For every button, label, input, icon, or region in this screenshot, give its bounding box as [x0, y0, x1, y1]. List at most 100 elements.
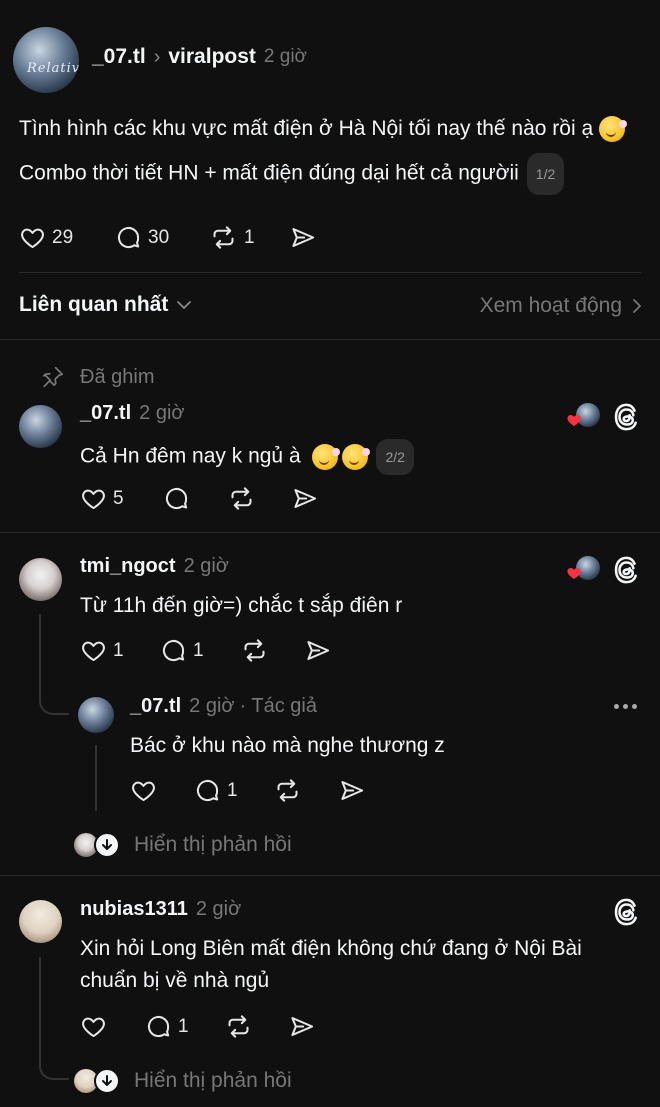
post-header: _07.tl › viralpost 2 giờ	[92, 45, 307, 69]
comment-icon	[117, 226, 140, 249]
share-button[interactable]	[288, 1013, 316, 1040]
face-emoji-icon	[342, 444, 371, 470]
comment-author-name[interactable]: tmi_ngoct	[80, 555, 176, 578]
repost-button[interactable]	[240, 637, 269, 664]
like-count: 5	[113, 487, 124, 509]
threads-logo-icon[interactable]	[613, 402, 641, 432]
repost-count: 1	[244, 226, 255, 248]
share-button[interactable]	[338, 777, 366, 804]
like-button[interactable]	[130, 777, 157, 804]
comment-time: 2 giờ	[195, 898, 242, 920]
heart-filled-icon	[567, 568, 581, 579]
repost-button[interactable]	[224, 1013, 253, 1040]
divider	[0, 875, 660, 876]
reply-button[interactable]	[163, 485, 190, 512]
post-body: Tình hình các khu vực mất điện ở Hà Nội …	[19, 111, 649, 195]
page-badge: 1/2	[526, 153, 565, 195]
show-replies-label: Hiển thị phản hồi	[134, 1069, 292, 1092]
reply-button[interactable]: 1	[194, 777, 238, 804]
author-tag: · Tác giả	[239, 695, 317, 717]
reply-text: Bác ở khu nào mà nghe thương z	[130, 734, 445, 757]
pinned-author-name[interactable]: _07.tl	[80, 402, 131, 425]
divider	[0, 339, 660, 340]
comment-icon	[165, 487, 188, 510]
arrow-down-circle-icon	[94, 1068, 120, 1094]
thread-connector	[39, 614, 69, 715]
reply-button[interactable]: 1	[145, 1013, 189, 1040]
page-badge: 2/2	[376, 439, 414, 475]
community-name[interactable]: viralpost	[168, 45, 256, 69]
liked-by-author-badge	[566, 403, 602, 429]
reply-button[interactable]: 30	[115, 224, 169, 251]
pinned-header: _07.tl 2 giờ	[80, 402, 185, 425]
reply-count: 30	[148, 226, 170, 248]
like-button[interactable]: 5	[80, 485, 124, 512]
heart-icon	[82, 489, 105, 510]
divider	[19, 272, 641, 273]
view-activity-link[interactable]: Xem hoạt động	[480, 294, 642, 318]
reply-time: 2 giờ	[189, 695, 235, 717]
share-button[interactable]	[304, 637, 332, 664]
chevron-right-icon	[633, 299, 641, 313]
threads-logo-icon[interactable]	[613, 897, 641, 927]
comment-icon	[147, 1015, 170, 1038]
comment-author-name[interactable]: nubias1311	[80, 898, 188, 921]
heart-icon	[132, 781, 155, 802]
send-icon	[307, 641, 330, 660]
repost-button[interactable]	[227, 485, 256, 512]
like-button[interactable]: 29	[19, 224, 73, 251]
liked-by-author-badge	[566, 556, 602, 582]
threads-logo-icon[interactable]	[613, 555, 641, 585]
reply-count: 1	[193, 639, 204, 661]
show-replies-button[interactable]: Hiển thị phản hồi	[74, 832, 292, 858]
share-button[interactable]	[291, 485, 319, 512]
reply-author-avatar[interactable]	[78, 697, 114, 733]
reply-count: 1	[178, 1015, 189, 1037]
like-button[interactable]: 1	[80, 637, 124, 664]
comment-author-avatar[interactable]	[19, 558, 62, 601]
chevron-down-icon	[177, 301, 192, 309]
comment-header: tmi_ngoct 2 giờ	[80, 555, 229, 578]
post-author-avatar[interactable]: Relative	[13, 27, 79, 93]
post-time: 2 giờ	[263, 46, 307, 67]
pinned-time: 2 giờ	[139, 402, 185, 424]
send-icon	[291, 1017, 314, 1036]
reply-avatars	[74, 832, 120, 858]
reply-avatars	[74, 1068, 120, 1094]
pinned-author-avatar[interactable]	[19, 405, 62, 448]
comment-text-line1: Xin hỏi Long Biên mất điện không chứ đan…	[80, 937, 582, 960]
dot	[632, 704, 637, 709]
repost-icon	[244, 639, 265, 662]
view-activity-label: Xem hoạt động	[479, 294, 622, 317]
post-text-line2: Combo thời tiết HN + mất điện đúng dại h…	[19, 153, 649, 195]
post-text-line1: Tình hình các khu vực mất điện ở Hà Nội …	[19, 111, 649, 147]
show-replies-button[interactable]: Hiển thị phản hồi	[74, 1068, 292, 1094]
pinned-label: Đã ghim	[80, 365, 155, 388]
divider	[0, 532, 660, 533]
heart-icon	[21, 228, 44, 249]
comment-time: 2 giờ	[183, 555, 229, 577]
heart-icon	[82, 641, 105, 662]
avatar-label: Relative	[27, 61, 79, 76]
comment-author-avatar[interactable]	[19, 900, 62, 943]
repost-button[interactable]	[273, 777, 302, 804]
post-author-name[interactable]: _07.tl	[92, 45, 146, 69]
dot	[623, 704, 628, 709]
reply-author-name[interactable]: _07.tl	[130, 695, 181, 718]
reply-button[interactable]: 1	[160, 637, 204, 664]
repost-icon	[213, 226, 234, 249]
repost-icon	[277, 779, 298, 802]
like-count: 29	[52, 226, 74, 248]
share-button[interactable]	[289, 224, 317, 251]
dot	[614, 704, 619, 709]
heart-filled-icon	[567, 415, 581, 426]
comment-text: Từ 11h đến giờ=) chắc t sắp điên r	[80, 594, 403, 617]
like-button[interactable]	[80, 1013, 107, 1040]
repost-button[interactable]: 1	[209, 224, 255, 251]
like-count: 1	[113, 639, 124, 661]
arrow-down-circle-icon	[94, 832, 120, 858]
sort-dropdown[interactable]: Liên quan nhất	[19, 293, 192, 317]
more-options-button[interactable]	[614, 704, 637, 709]
repost-icon	[231, 487, 252, 510]
sort-label: Liên quan nhất	[19, 293, 169, 316]
